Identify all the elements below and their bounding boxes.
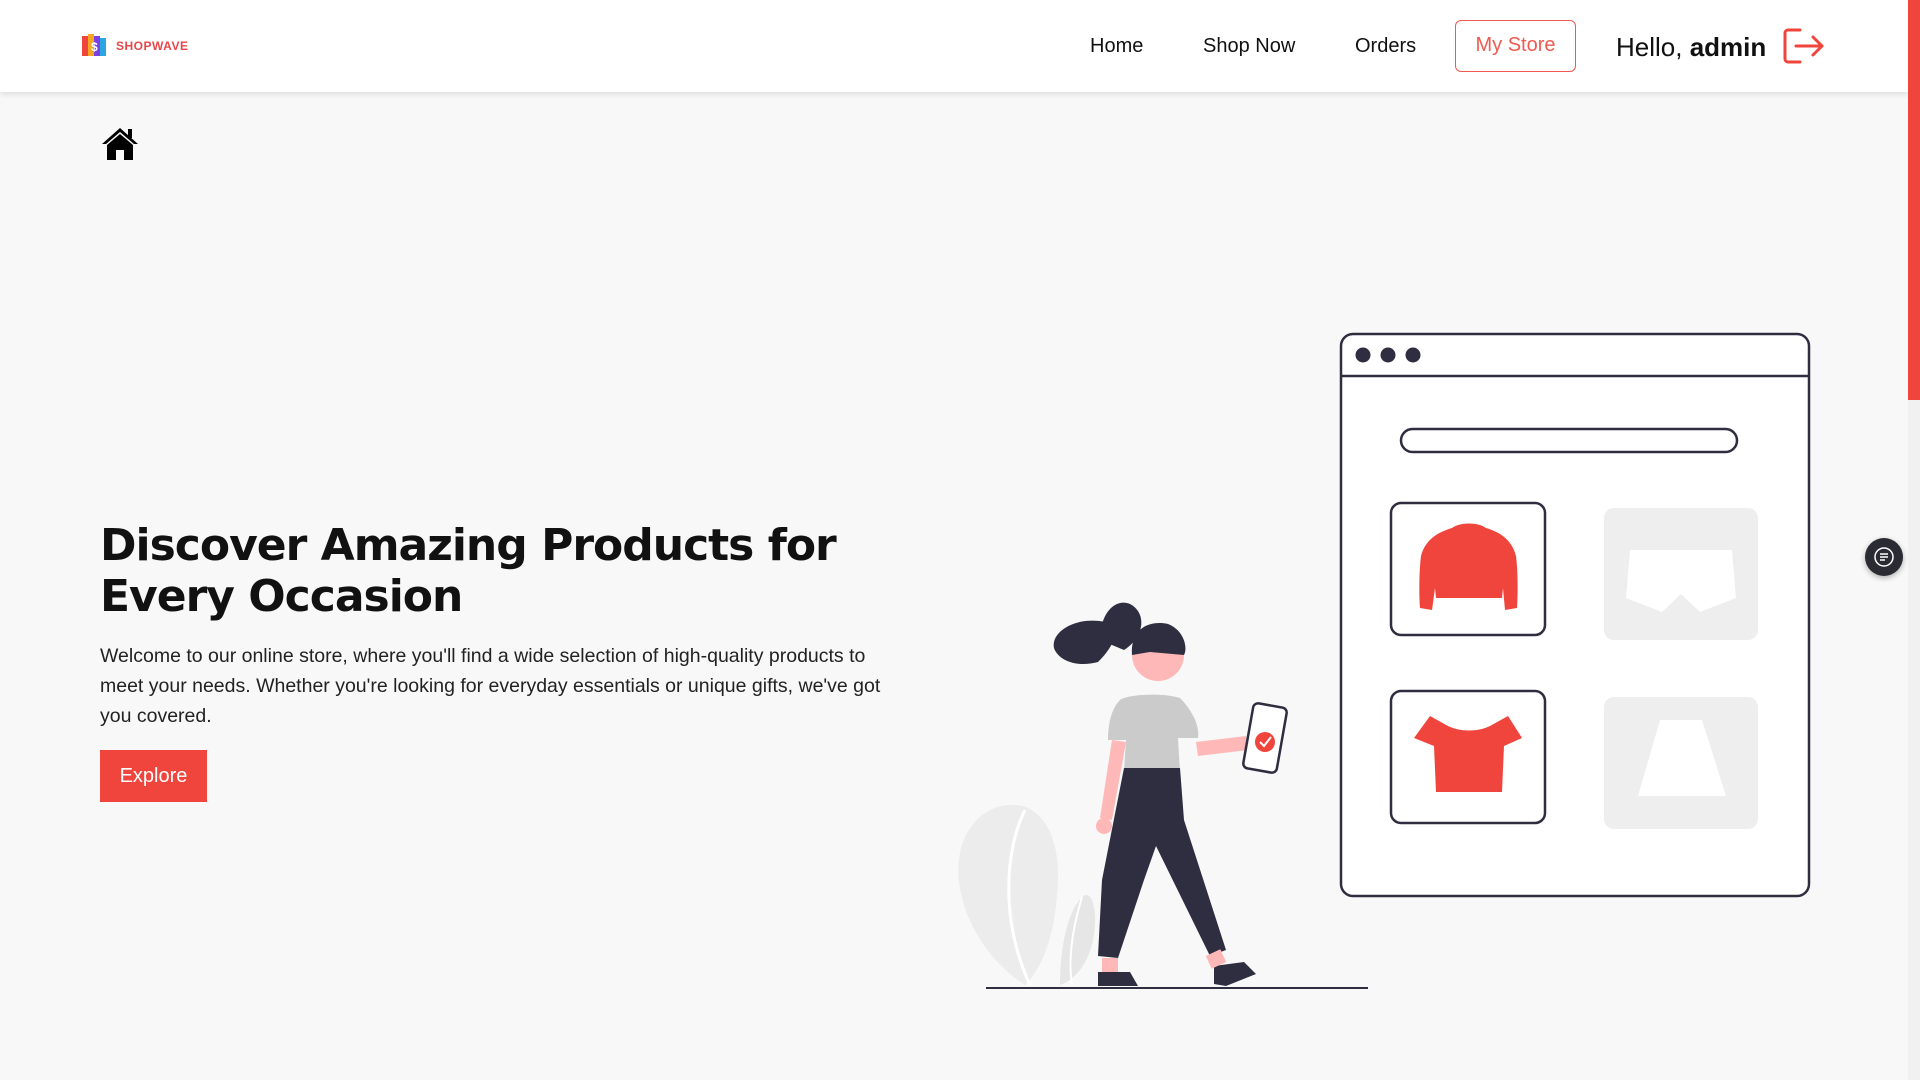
greeting-prefix: Hello, xyxy=(1616,32,1683,62)
page-scrollbar-thumb[interactable] xyxy=(1908,0,1920,400)
home-icon[interactable] xyxy=(100,126,140,162)
floating-menu-button[interactable] xyxy=(1865,538,1903,576)
nav-home-link[interactable]: Home xyxy=(1090,20,1143,72)
nav-my-store-button[interactable]: My Store xyxy=(1455,20,1576,72)
hero-description: Welcome to our online store, where you'l… xyxy=(100,645,881,727)
nav-shop-now-link[interactable]: Shop Now xyxy=(1203,20,1295,72)
hero-title: Discover Amazing Products for Every Occa… xyxy=(100,520,837,622)
logout-icon[interactable] xyxy=(1782,26,1826,66)
site-header: $ SHOPWAVE Home Shop Now Orders My Store… xyxy=(0,0,1908,92)
user-greeting: Hello, admin xyxy=(1616,32,1766,62)
username: admin xyxy=(1689,32,1767,62)
explore-button[interactable]: Explore xyxy=(100,750,207,802)
nav-orders-link[interactable]: Orders xyxy=(1355,20,1416,72)
list-icon xyxy=(1874,547,1894,567)
hero-illustration xyxy=(958,332,1811,989)
